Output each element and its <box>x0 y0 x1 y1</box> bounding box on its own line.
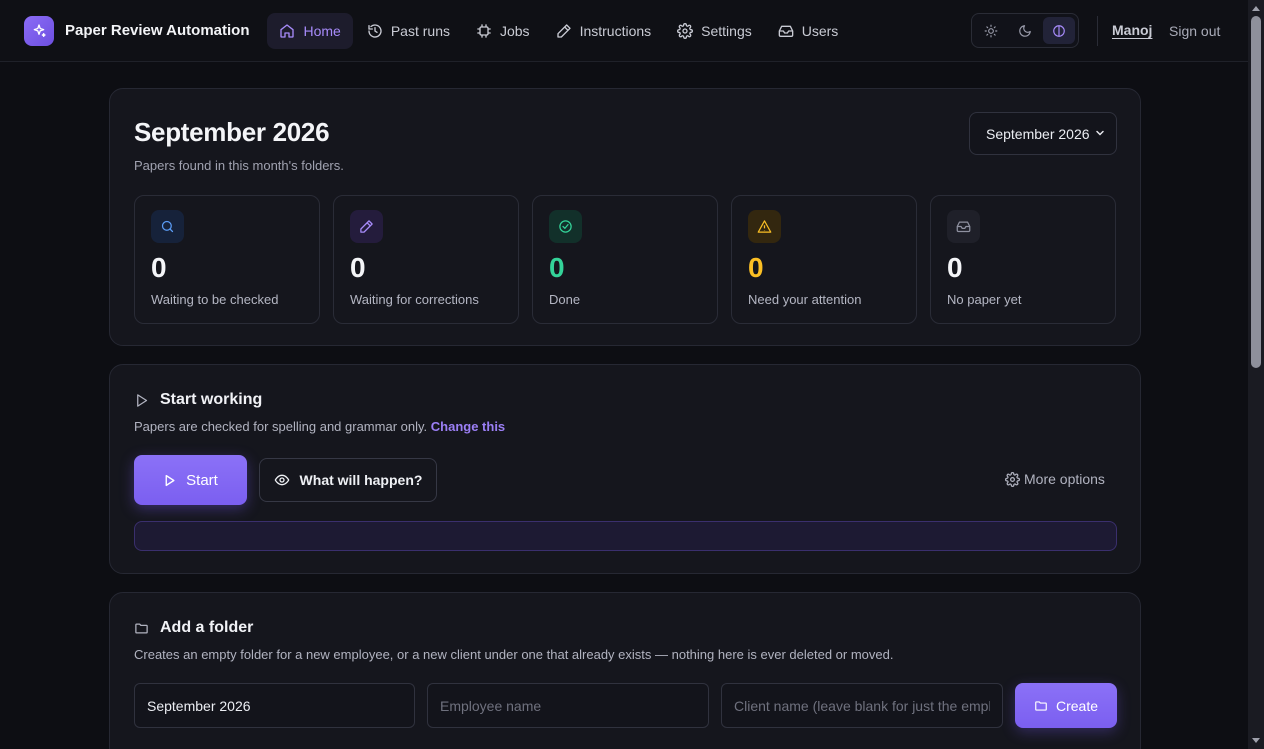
stat-card-waiting-corrections[interactable]: 0 Waiting for corrections <box>333 195 519 324</box>
month-select-value: September 2026 <box>986 125 1090 142</box>
inbox-icon <box>778 25 794 37</box>
nav-past-runs[interactable]: Past runs <box>355 13 462 49</box>
chip-icon <box>477 23 491 38</box>
gear-icon <box>677 22 694 39</box>
stat-icon-bg <box>151 210 184 243</box>
app-title: Paper Review Automation <box>65 22 250 39</box>
nav-users[interactable]: Users <box>766 13 851 49</box>
pencil-icon <box>556 23 571 38</box>
month-field[interactable] <box>134 683 415 728</box>
nav-instructions[interactable]: Instructions <box>544 13 664 49</box>
nav-label: Home <box>303 22 341 39</box>
warning-icon <box>757 220 772 233</box>
stat-icon-bg <box>350 210 383 243</box>
stat-label: Done <box>549 292 581 307</box>
stat-icon-bg <box>947 210 980 243</box>
nav-jobs[interactable]: Jobs <box>464 13 542 49</box>
employee-name-input[interactable] <box>427 683 709 728</box>
nav-label: Instructions <box>579 22 652 39</box>
progress-bar <box>134 521 1117 551</box>
nav-label: Settings <box>701 22 752 39</box>
theme-dark-button[interactable] <box>1009 17 1041 44</box>
page-title: September 2026 <box>134 117 330 147</box>
add-folder-card: Add a folder Creates an empty folder for… <box>109 592 1141 749</box>
stat-value: 0 <box>748 252 764 283</box>
client-name-input[interactable] <box>721 683 1003 728</box>
stat-label: Need your attention <box>748 292 862 307</box>
scroll-thumb[interactable] <box>1251 16 1261 368</box>
section-subtitle-text: Papers are checked for spelling and gram… <box>134 419 428 434</box>
user-name-link[interactable]: Manoj <box>1112 22 1152 38</box>
nav-label: Users <box>801 22 839 39</box>
month-select[interactable]: September 2026 <box>969 112 1117 155</box>
stat-icon-bg <box>549 210 582 243</box>
history-icon <box>368 23 382 38</box>
start-button-label: Start <box>186 471 218 489</box>
create-button-label: Create <box>1055 697 1099 714</box>
inbox-icon <box>956 221 971 233</box>
stat-icon-bg <box>748 210 781 243</box>
gear-icon <box>1005 471 1020 487</box>
brand[interactable]: Paper Review Automation <box>24 15 250 46</box>
sign-out-link[interactable]: Sign out <box>1169 23 1220 39</box>
page-subtitle: Papers found in this month's folders. <box>134 158 344 173</box>
stat-card-waiting-check[interactable]: 0 Waiting to be checked <box>134 195 320 324</box>
contrast-icon <box>1053 24 1065 37</box>
page-scrollbar[interactable] <box>1248 0 1264 749</box>
moon-icon <box>1019 24 1031 37</box>
search-icon <box>161 220 174 233</box>
main-nav: Home Past runs Jobs Instructions Setting… <box>267 12 851 49</box>
month-summary-card: September 2026 Papers found in this mont… <box>109 88 1141 346</box>
stat-label: Waiting for corrections <box>350 292 479 307</box>
nav-label: Past runs <box>390 22 450 39</box>
scroll-up-arrow-icon[interactable] <box>1252 6 1260 11</box>
nav-settings[interactable]: Settings <box>665 13 764 49</box>
scroll-down-arrow-icon[interactable] <box>1252 738 1260 743</box>
sparkle-icon <box>24 15 54 46</box>
stat-value: 0 <box>549 252 565 283</box>
preview-button-label: What will happen? <box>299 472 423 488</box>
stat-label: Waiting to be checked <box>151 292 279 307</box>
section-header: Start working <box>134 391 262 409</box>
section-title: Start working <box>160 391 263 408</box>
stat-value: 0 <box>350 252 366 283</box>
more-options-label: More options <box>1024 471 1105 487</box>
nav-label: Jobs <box>499 22 530 39</box>
section-title: Add a folder <box>160 619 254 636</box>
more-options-button[interactable]: More options <box>1005 471 1105 487</box>
sun-icon <box>984 24 998 37</box>
stat-value: 0 <box>947 252 963 283</box>
play-icon <box>165 474 175 486</box>
pencil-icon <box>360 220 373 233</box>
section-header: Add a folder <box>134 619 253 637</box>
stat-card-done[interactable]: 0 Done <box>532 195 718 324</box>
nav-home[interactable]: Home <box>267 12 353 49</box>
folder-icon <box>135 623 148 633</box>
start-button[interactable]: Start <box>134 455 247 505</box>
stat-label: No paper yet <box>947 292 1022 307</box>
start-working-card: Start working Papers are checked for spe… <box>109 364 1141 574</box>
folder-icon <box>1035 700 1047 711</box>
section-subtitle: Creates an empty folder for a new employ… <box>134 647 894 662</box>
eye-icon <box>274 474 289 486</box>
top-bar: Paper Review Automation Home Past runs J… <box>0 0 1248 62</box>
theme-switcher <box>971 13 1079 48</box>
play-icon <box>137 393 148 407</box>
what-will-happen-button[interactable]: What will happen? <box>259 458 437 502</box>
stats-row: 0 Waiting to be checked 0 Waiting for co… <box>134 195 1116 324</box>
create-folder-button[interactable]: Create <box>1015 683 1117 728</box>
theme-light-button[interactable] <box>975 17 1007 44</box>
stat-card-attention[interactable]: 0 Need your attention <box>731 195 917 324</box>
check-circle-icon <box>559 220 572 233</box>
stat-value: 0 <box>151 252 167 283</box>
theme-system-button[interactable] <box>1043 17 1075 44</box>
section-subtitle: Papers are checked for spelling and gram… <box>134 419 505 434</box>
divider <box>1097 16 1098 46</box>
change-this-link[interactable]: Change this <box>431 419 505 434</box>
stat-card-no-paper[interactable]: 0 No paper yet <box>930 195 1116 324</box>
chevron-down-icon <box>1096 130 1104 136</box>
home-icon <box>280 23 295 38</box>
